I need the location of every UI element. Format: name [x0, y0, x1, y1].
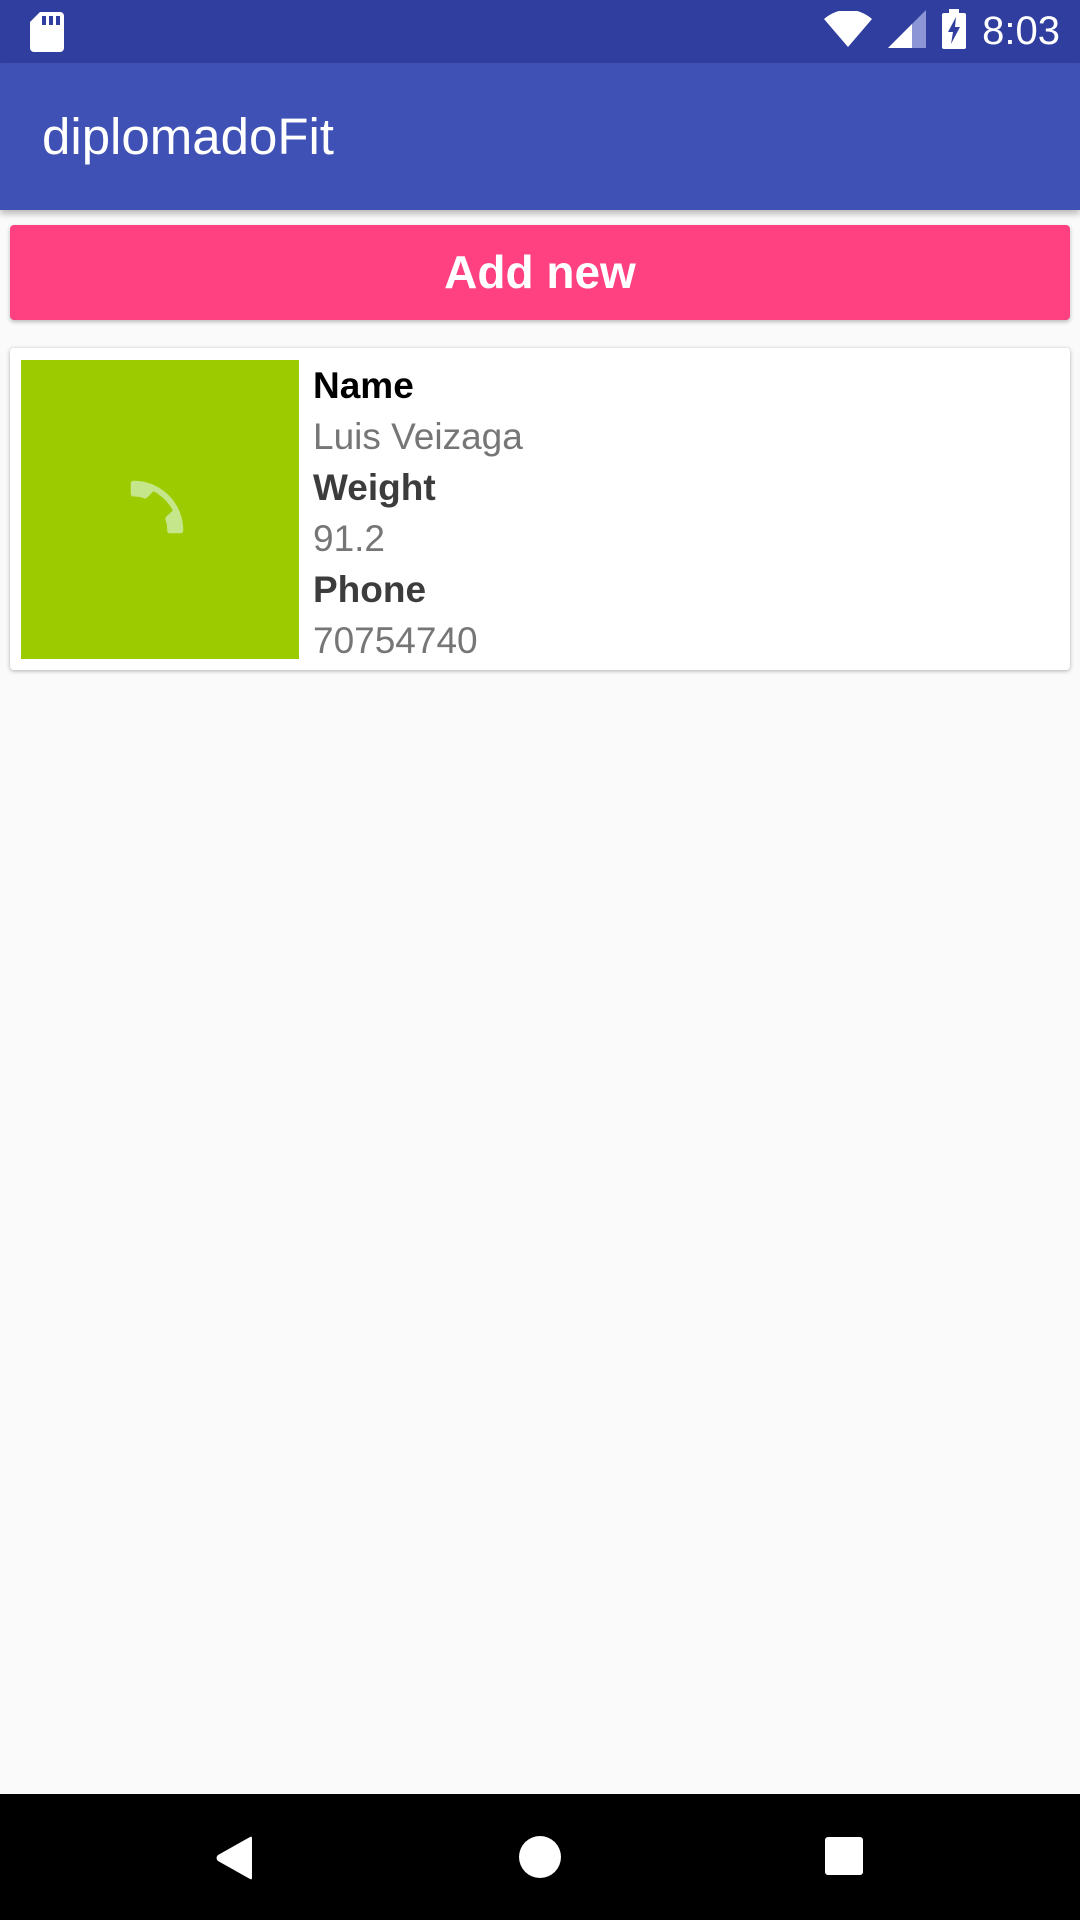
name-label: Name	[313, 365, 414, 406]
weight-label: Weight	[313, 467, 436, 508]
back-icon[interactable]	[214, 1836, 256, 1880]
status-bar: 8:03	[0, 0, 1080, 63]
phone-icon	[130, 480, 184, 534]
add-new-button[interactable]: Add new	[10, 225, 1070, 320]
phone-label: Phone	[313, 569, 427, 610]
recents-icon[interactable]	[825, 1837, 863, 1875]
home-icon[interactable]	[519, 1836, 561, 1878]
weight-value: 91.2	[313, 518, 386, 559]
app-bar: diplomadoFit	[0, 63, 1080, 210]
status-icons: 8:03	[824, 0, 1060, 63]
battery-charging-icon	[942, 9, 967, 54]
sd-card-icon	[30, 12, 64, 52]
navigation-bar	[0, 1794, 1080, 1920]
app-title: diplomadoFit	[42, 108, 334, 165]
contact-details: Name Luis Veizaga Weight 91.2 Phone 7075…	[313, 360, 1053, 666]
phone-value: 70754740	[313, 620, 478, 661]
name-value: Luis Veizaga	[313, 416, 523, 457]
list-item[interactable]: Name Luis Veizaga Weight 91.2 Phone 7075…	[10, 348, 1070, 670]
wifi-icon	[824, 9, 873, 52]
status-time: 8:03	[982, 9, 1060, 53]
contact-image	[21, 360, 299, 659]
cell-signal-icon	[888, 10, 927, 53]
